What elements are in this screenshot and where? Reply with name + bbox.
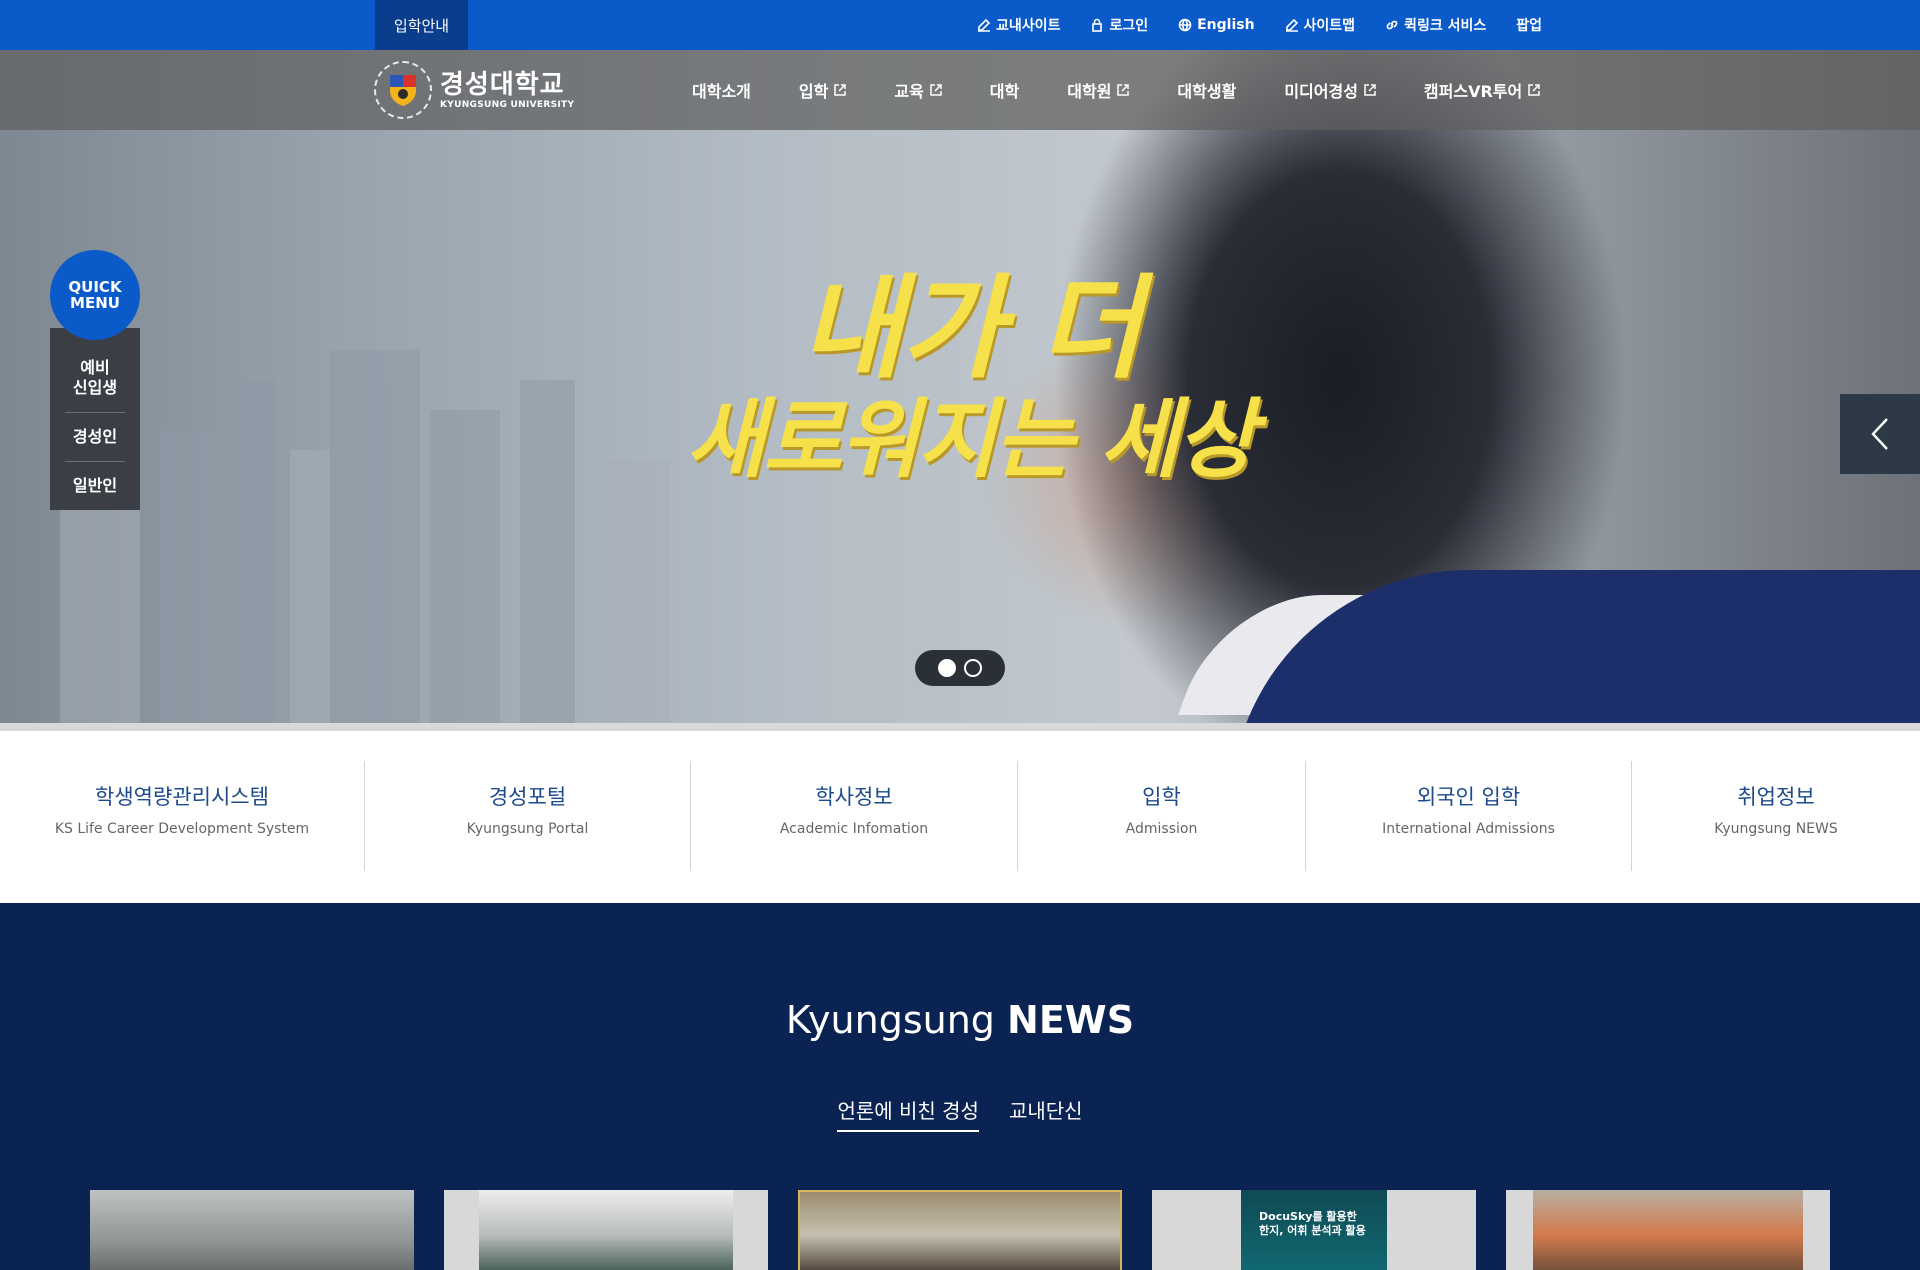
link-icon <box>1386 20 1398 30</box>
quick-menu-members[interactable]: 경성인 <box>65 413 125 462</box>
hero-slogan: 내가 더 새로워지는 세상 <box>600 268 1340 490</box>
emblem-icon <box>374 61 432 119</box>
nav-vr-tour[interactable]: 캠퍼스VR투어 <box>1424 78 1540 102</box>
news-heading: Kyungsung NEWS <box>785 998 1135 1042</box>
main-menu: 대학소개 입학 교육 대학 대학원 대학생활 미디어경성 캠퍼스VR투어 <box>692 50 1540 130</box>
service-admission[interactable]: 입학 Admission <box>1018 761 1306 871</box>
news-card[interactable] <box>444 1190 768 1270</box>
tab-campus-news[interactable]: 교내단신 <box>1009 1095 1083 1132</box>
news-card[interactable] <box>1506 1190 1830 1270</box>
service-portal[interactable]: 경성포털 Kyungsung Portal <box>365 761 691 871</box>
slogan-line-2: 새로워지는 세상 <box>686 390 1256 490</box>
news-thumbnail <box>479 1190 733 1270</box>
news-tabs: 언론에 비친 경성 교내단신 <box>0 1095 1920 1132</box>
hero-banner: 내가 더 새로워지는 세상 <box>0 50 1920 723</box>
admission-info-tab[interactable]: 입학안내 <box>375 0 468 50</box>
university-logo[interactable]: 경성대학교 KYUNGSUNG UNIVERSITY <box>374 58 574 122</box>
news-card[interactable] <box>798 1190 1122 1270</box>
external-link-icon <box>834 84 847 96</box>
external-link-icon <box>930 84 942 96</box>
quicklink-service-link[interactable]: 퀵링크 서비스 <box>1385 15 1486 35</box>
divider <box>0 723 1920 731</box>
news-card-list: DocuSky를 활용한 한지, 어휘 분석과 활용 <box>90 1190 1830 1270</box>
quick-menu: QUICK MENU 예비 신입생 경성인 일반인 <box>50 250 140 510</box>
nav-media[interactable]: 미디어경성 <box>1284 78 1376 102</box>
slogan-line-1: 내가 더 <box>799 264 1142 394</box>
news-thumbnail <box>1533 1190 1803 1270</box>
tab-press-coverage[interactable]: 언론에 비친 경성 <box>837 1095 979 1132</box>
shield-icon <box>390 75 416 106</box>
news-section: Kyungsung NEWS 언론에 비친 경성 교내단신 DocuSky를 활… <box>0 903 1920 1270</box>
nav-colleges[interactable]: 대학 <box>990 78 1019 102</box>
nav-education[interactable]: 교육 <box>894 78 942 102</box>
edit-icon <box>1285 18 1298 32</box>
lock-icon <box>1092 18 1103 32</box>
quick-menu-button[interactable]: QUICK MENU <box>50 250 140 340</box>
quick-menu-list: 예비 신입생 경성인 일반인 <box>50 328 140 510</box>
news-card[interactable]: DocuSky를 활용한 한지, 어휘 분석과 활용 <box>1152 1190 1476 1270</box>
quick-menu-public[interactable]: 일반인 <box>65 462 125 510</box>
utility-links: 교내사이트 로그인 English 사이트맵 퀵링크 서비스 팝업 <box>977 0 1542 50</box>
slide-pagination <box>915 650 1005 686</box>
nav-admission[interactable]: 입학 <box>799 78 847 102</box>
globe-icon <box>1178 18 1192 32</box>
popup-link[interactable]: 팝업 <box>1516 15 1542 35</box>
external-link-icon <box>1364 84 1376 96</box>
service-shortcuts: 학생역량관리시스템 KS Life Career Development Sys… <box>0 731 1920 903</box>
news-thumbnail <box>90 1190 414 1270</box>
external-link-icon <box>1117 84 1130 96</box>
external-link-icon <box>1528 84 1540 96</box>
main-navigation: 경성대학교 KYUNGSUNG UNIVERSITY 대학소개 입학 교육 대학… <box>0 50 1920 130</box>
slide-prev-button[interactable] <box>1840 394 1920 474</box>
slide-dot-1[interactable] <box>938 659 956 677</box>
sitemap-link[interactable]: 사이트맵 <box>1285 15 1355 35</box>
login-link[interactable]: 로그인 <box>1090 15 1148 35</box>
news-card[interactable] <box>90 1190 414 1270</box>
news-thumbnail <box>798 1190 1122 1270</box>
service-academic-info[interactable]: 학사정보 Academic Infomation <box>691 761 1018 871</box>
nav-graduate-school[interactable]: 대학원 <box>1067 78 1130 102</box>
wordmark: 경성대학교 KYUNGSUNG UNIVERSITY <box>440 70 575 110</box>
service-international-admissions[interactable]: 외국인 입학 International Admissions <box>1306 761 1632 871</box>
nav-campus-life[interactable]: 대학생활 <box>1177 78 1236 102</box>
english-link[interactable]: English <box>1178 17 1255 33</box>
nav-about[interactable]: 대학소개 <box>692 78 751 102</box>
news-thumbnail: DocuSky를 활용한 한지, 어휘 분석과 활용 <box>1241 1190 1387 1270</box>
service-employment-info[interactable]: 취업정보 Kyungsung NEWS <box>1632 761 1920 871</box>
slide-dot-2[interactable] <box>964 659 982 677</box>
chevron-left-icon <box>1871 418 1888 450</box>
quick-menu-prospective-students[interactable]: 예비 신입생 <box>65 344 125 413</box>
service-career-system[interactable]: 학생역량관리시스템 KS Life Career Development Sys… <box>0 761 365 871</box>
utility-bar: 입학안내 교내사이트 로그인 English 사이트맵 퀵링크 서비스 팝업 <box>0 0 1920 50</box>
campus-site-link[interactable]: 교내사이트 <box>977 15 1060 35</box>
edit-icon <box>978 18 991 32</box>
